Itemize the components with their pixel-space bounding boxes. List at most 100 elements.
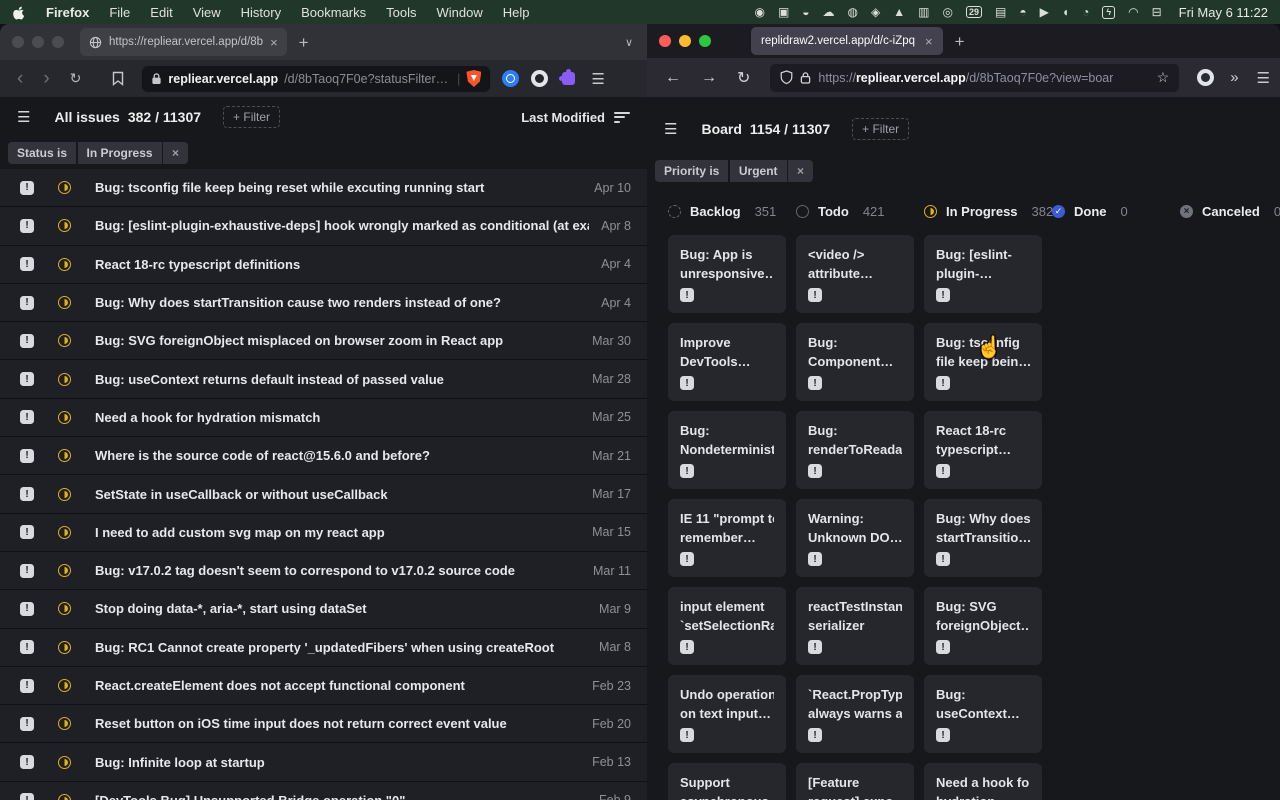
zoom-window-button[interactable] [699, 35, 711, 47]
back-button[interactable]: ‹ [10, 69, 30, 88]
kanban-card[interactable]: Warning: Unknown DO… [796, 499, 914, 577]
new-tab-button[interactable]: + [299, 34, 309, 51]
display-icon[interactable]: ▣ [778, 0, 789, 24]
volume-icon[interactable]: ◖ [1062, 0, 1069, 24]
issue-row[interactable]: Bug: useContext returns default instead … [0, 360, 647, 398]
menubar-menu-item[interactable]: Edit [150, 5, 172, 20]
app-menu-icon[interactable]: ☰ [17, 108, 30, 126]
toolbar-overflow-icon[interactable]: » [1230, 69, 1238, 86]
kanban-card[interactable]: Bug: useContext… [924, 675, 1042, 753]
kanban-card[interactable]: `React.PropType always warns ab [796, 675, 914, 753]
menubar-menu-item[interactable]: Bookmarks [301, 5, 366, 20]
screen-record-icon[interactable]: ◉ [754, 0, 764, 24]
issue-row[interactable]: Need a hook for hydration mismatch Mar 2… [0, 399, 647, 437]
github-extension-icon[interactable] [531, 70, 548, 87]
reload-button[interactable]: ↻ [729, 68, 758, 88]
issue-row[interactable]: Bug: [eslint-plugin-exhaustive-deps] hoo… [0, 207, 647, 245]
docker-icon[interactable]: ◍ [848, 0, 858, 24]
assistant-icon[interactable]: ◔ [1082, 0, 1089, 24]
kanban-card[interactable]: React 18-rc typescript… [924, 411, 1042, 489]
kanban-card[interactable]: <video /> attribute… [796, 235, 914, 313]
add-filter-button[interactable]: + Filter [223, 106, 280, 128]
add-filter-button[interactable]: + Filter [852, 118, 909, 140]
issue-row[interactable]: Reset button on iOS time input does not … [0, 705, 647, 743]
kanban-card[interactable]: reactTestInstanc serializer [796, 587, 914, 665]
issue-row[interactable]: I need to add custom svg map on my react… [0, 514, 647, 552]
menubar-menu-item[interactable]: Help [503, 5, 530, 20]
app-menu-icon[interactable]: ☰ [664, 120, 677, 138]
controller-icon[interactable]: ◒ [802, 0, 809, 24]
issue-row[interactable]: Bug: Why does startTransition cause two … [0, 284, 647, 322]
kanban-card[interactable]: Bug: [eslint- plugin-… [924, 235, 1042, 313]
filter-value[interactable]: Urgent [730, 160, 787, 182]
play-icon[interactable]: ▶ [1040, 0, 1049, 24]
forward-button[interactable]: → [693, 69, 725, 87]
kanban-icon[interactable]: ▥ [918, 0, 929, 24]
tracking-shield-icon[interactable] [780, 70, 793, 85]
forward-button[interactable]: › [36, 69, 56, 88]
right-browser-tab[interactable]: replidraw2.vercel.app/d/c-iZpq × [751, 27, 943, 55]
kanban-card[interactable]: IE 11 "prompt to remember… [668, 499, 786, 577]
right-url-bar[interactable]: https:// repliear.vercel.app /d/8bTaoq7F… [770, 64, 1179, 92]
filter-remove-icon[interactable]: × [163, 142, 188, 164]
menubar-app-name[interactable]: Firefox [46, 5, 89, 20]
kanban-card[interactable]: Bug: renderToReadab [796, 411, 914, 489]
issue-row[interactable]: Bug: RC1 Cannot create property '_update… [0, 629, 647, 667]
minimize-window-button[interactable] [32, 36, 44, 48]
bookmark-icon[interactable] [112, 71, 124, 86]
kanban-card[interactable]: Bug: SVG foreignObject… [924, 587, 1042, 665]
filter-value[interactable]: In Progress [78, 142, 162, 164]
sort-label[interactable]: Last Modified [521, 110, 605, 125]
new-tab-button[interactable]: + [955, 33, 965, 50]
issue-row[interactable]: Bug: v17.0.2 tag doesn't seem to corresp… [0, 552, 647, 590]
brave-shield-icon[interactable] [466, 70, 481, 87]
menubar-menu-item[interactable]: Tools [386, 5, 416, 20]
filter-remove-icon[interactable]: × [788, 160, 813, 182]
left-browser-tab[interactable]: https://repliear.vercel.app/d/8b × [80, 28, 287, 56]
kanban-card[interactable]: [Feature request] expo… [796, 763, 914, 800]
wifi-icon[interactable]: ◠ [1128, 0, 1138, 24]
zoom-window-button[interactable] [52, 36, 64, 48]
back-button[interactable]: ← [657, 69, 689, 87]
github-extension-icon[interactable] [1191, 69, 1220, 86]
tab-close-icon[interactable]: × [270, 36, 278, 49]
issue-row[interactable]: SetState in useCallback or without useCa… [0, 475, 647, 513]
tab-close-icon[interactable]: × [925, 35, 933, 48]
minimize-window-button[interactable] [679, 35, 691, 47]
kanban-card[interactable]: Bug: tsconfig file keep bein… [924, 323, 1042, 401]
kanban-card[interactable]: Bug: Nondeterminist… [668, 411, 786, 489]
extensions-puzzle-icon[interactable] [560, 72, 577, 85]
issue-row[interactable]: Bug: tsconfig file keep being reset whil… [0, 169, 647, 207]
kanban-card[interactable]: Need a hook for hydration… [924, 763, 1042, 800]
browser-menu-button[interactable]: ☰ [1257, 69, 1270, 87]
issue-row[interactable]: React 18-rc typescript definitions Apr 4 [0, 246, 647, 284]
left-url-bar[interactable]: repliear.vercel.app /d/8bTaoq7F0e?status… [142, 66, 490, 92]
switch-icon[interactable]: ⊟ [1152, 0, 1162, 24]
menubar-clock[interactable]: Fri May 6 11:22 [1179, 5, 1268, 20]
menubar-menu-item[interactable]: File [109, 5, 130, 20]
menubar-menu-item[interactable]: View [193, 5, 221, 20]
power-icon[interactable]: ◎ [943, 0, 953, 24]
issue-row[interactable]: Stop doing data-*, aria-*, start using d… [0, 590, 647, 628]
password-manager-extension-icon[interactable] [502, 70, 519, 87]
issue-row[interactable]: Bug: SVG foreignObject misplaced on brow… [0, 322, 647, 360]
triangle-app-icon[interactable]: ▲ [893, 0, 905, 24]
kanban-card[interactable]: Bug: Why does startTransitio… [924, 499, 1042, 577]
close-window-button[interactable] [12, 36, 24, 48]
issue-row[interactable]: Where is the source code of react@15.6.0… [0, 437, 647, 475]
timer-icon[interactable]: ◓ [1019, 0, 1026, 24]
menubar-menu-item[interactable]: History [241, 5, 281, 20]
reload-button[interactable]: ↻ [63, 70, 89, 87]
bookmark-star-icon[interactable]: ☆ [1157, 69, 1170, 86]
issue-row[interactable]: React.createElement does not accept func… [0, 667, 647, 705]
calendar-icon[interactable]: 29 [966, 6, 982, 18]
kanban-card[interactable]: Support asynchronous… [668, 763, 786, 800]
menubar-menu-item[interactable]: Window [437, 5, 483, 20]
tab-overflow-chevron-icon[interactable]: ∨ [625, 36, 633, 49]
kanban-card[interactable]: Bug: Component… [796, 323, 914, 401]
cloud-icon[interactable]: ☁ [823, 0, 835, 24]
sort-order-icon[interactable] [614, 109, 630, 125]
kanban-card[interactable]: input element `setSelectionRa [668, 587, 786, 665]
issue-row[interactable]: [DevTools Bug] Unsupported Bridge operat… [0, 782, 647, 800]
package-icon[interactable]: ▤ [995, 0, 1006, 24]
